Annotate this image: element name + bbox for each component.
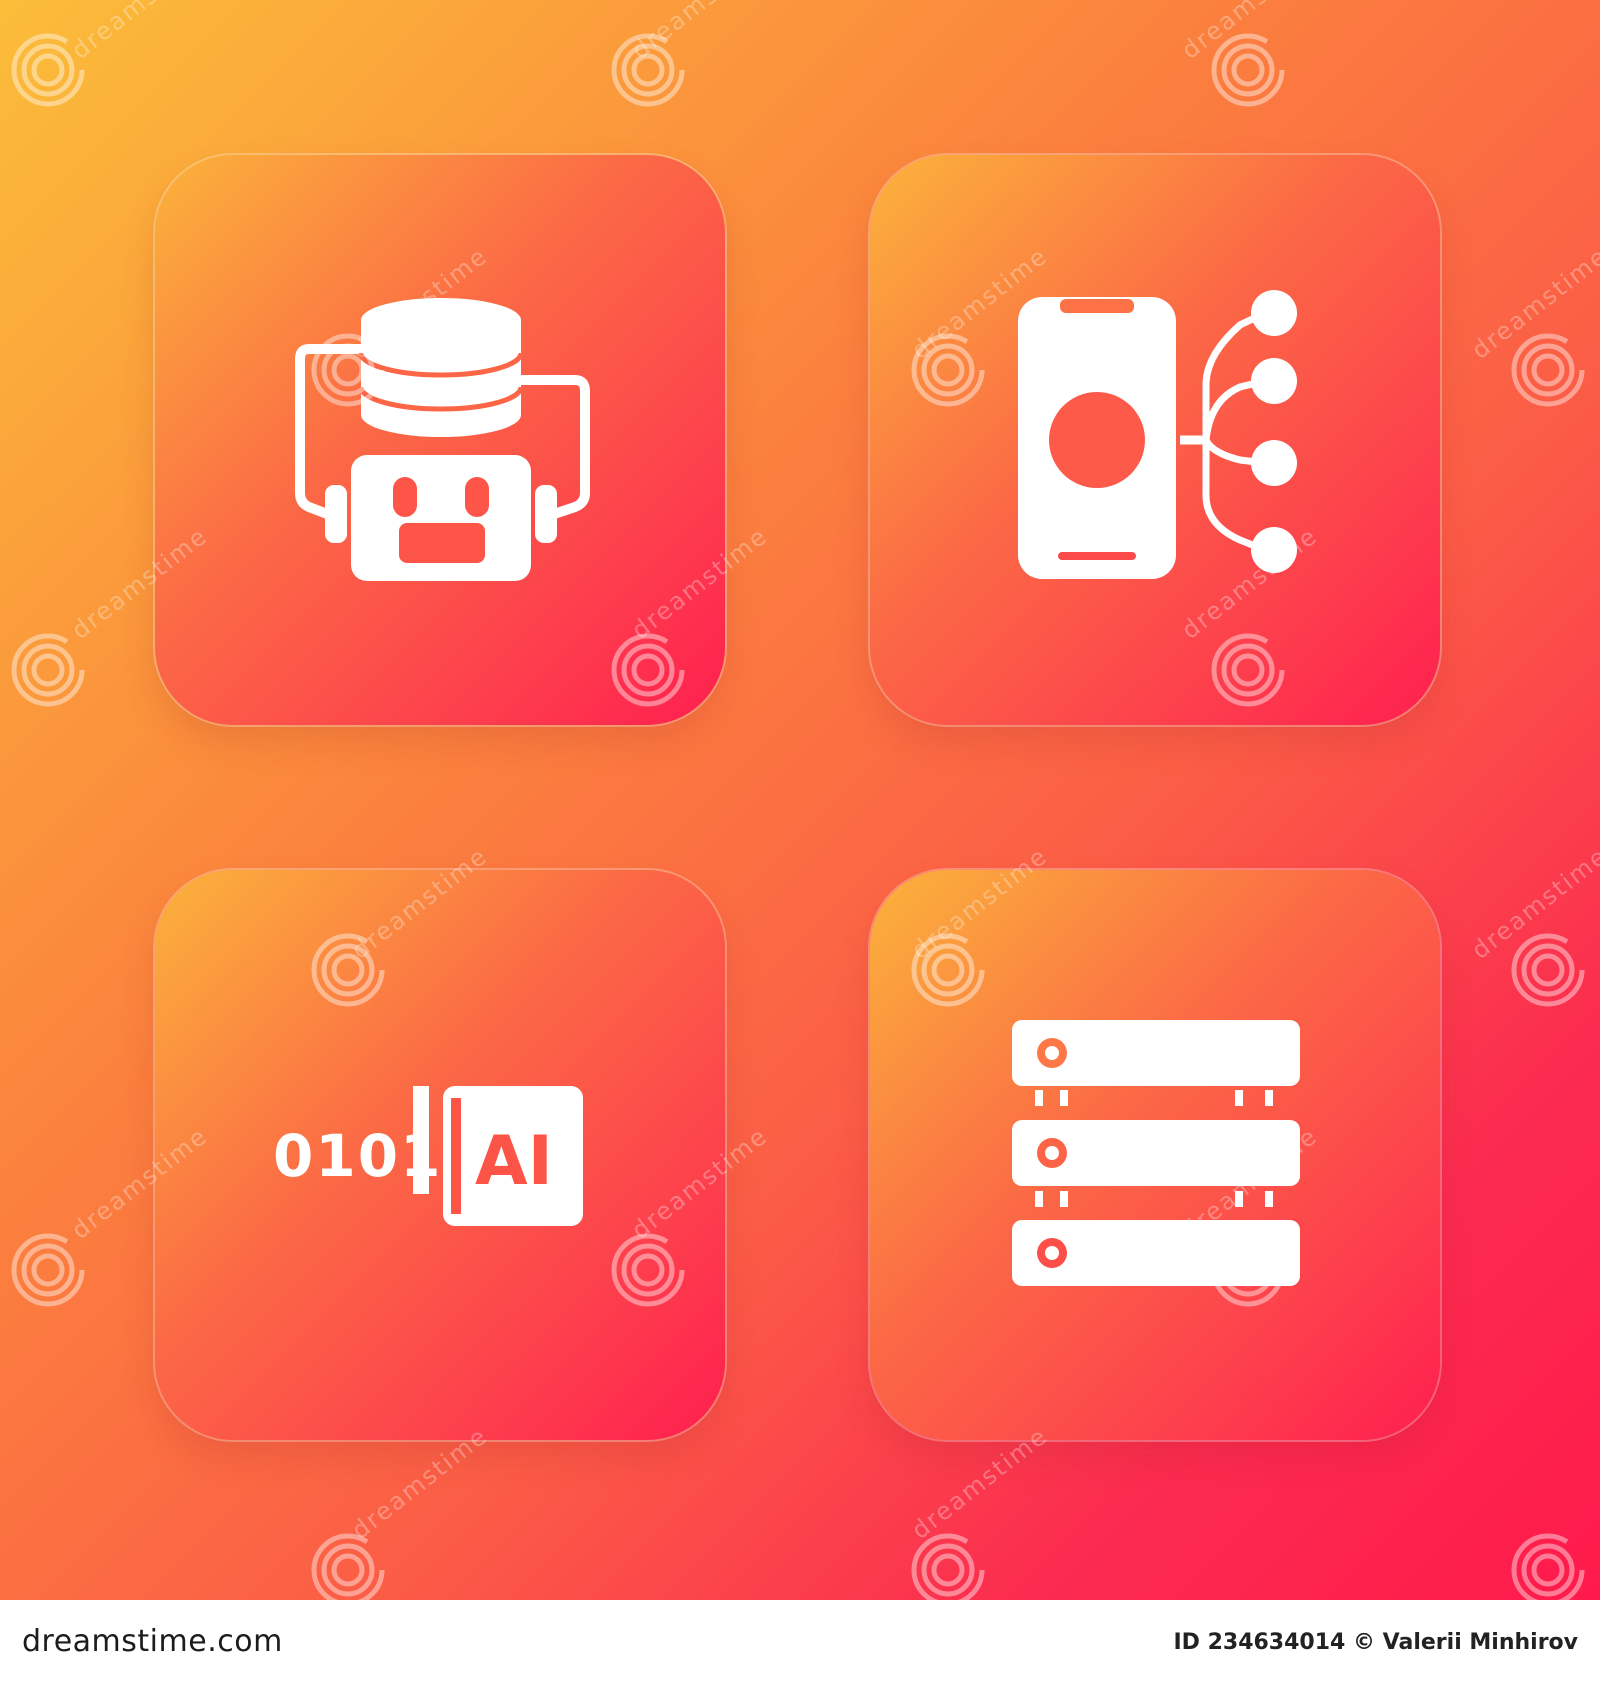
watermark-swirl-icon [911, 1533, 985, 1600]
watermark-swirl-icon [1211, 33, 1285, 107]
server-rack-icon [1012, 1020, 1300, 1286]
footer-site-label[interactable]: dreamstime.com [22, 1624, 283, 1659]
footer-id-label: ID 234634014 [1173, 1630, 1346, 1655]
robot-database-icon [295, 298, 590, 581]
watermark-swirl-icon [1511, 1533, 1585, 1600]
watermark-swirl-icon [611, 33, 685, 107]
tile-server-rack [870, 870, 1440, 1440]
watermark-brand-text: dreamstime [1176, 0, 1323, 65]
ai-chip-text: AI [475, 1122, 553, 1201]
watermark-brand-text: dreamstime [1466, 842, 1600, 965]
tile-smartphone-network [870, 155, 1440, 725]
tile-binary-ai: 0101 AI [155, 870, 725, 1440]
watermark-swirl-icon [311, 1533, 385, 1600]
footer-credit-label: © Valerii Minhirov [1353, 1630, 1578, 1655]
watermark-swirl-icon [11, 33, 85, 107]
watermark-brand-text: dreamstime [66, 0, 213, 65]
watermark-brand-text: dreamstime [1466, 242, 1600, 365]
smartphone-network-icon [1018, 290, 1297, 579]
watermark-brand-text: dreamstime [906, 1422, 1053, 1545]
footer-credit: ID 234634014 © Valerii Minhirov [1173, 1630, 1578, 1655]
watermark-swirl-icon [1511, 333, 1585, 407]
footer-bar: dreamstime.com ID 234634014 © Valerii Mi… [0, 1600, 1600, 1690]
binary-ai-chip-icon: 0101 AI [273, 1086, 583, 1226]
tile-robot-database [155, 155, 725, 725]
watermark-brand-text: dreamstime [346, 1422, 493, 1545]
watermark-swirl-icon [11, 633, 85, 707]
icon-set-canvas: 0101 AI dreamstime dreamstime dreamstime dr… [0, 0, 1600, 1600]
watermark-swirl-icon [1511, 933, 1585, 1007]
watermark-swirl-icon [11, 1233, 85, 1307]
watermark-brand-text: dreamstime [626, 0, 773, 65]
